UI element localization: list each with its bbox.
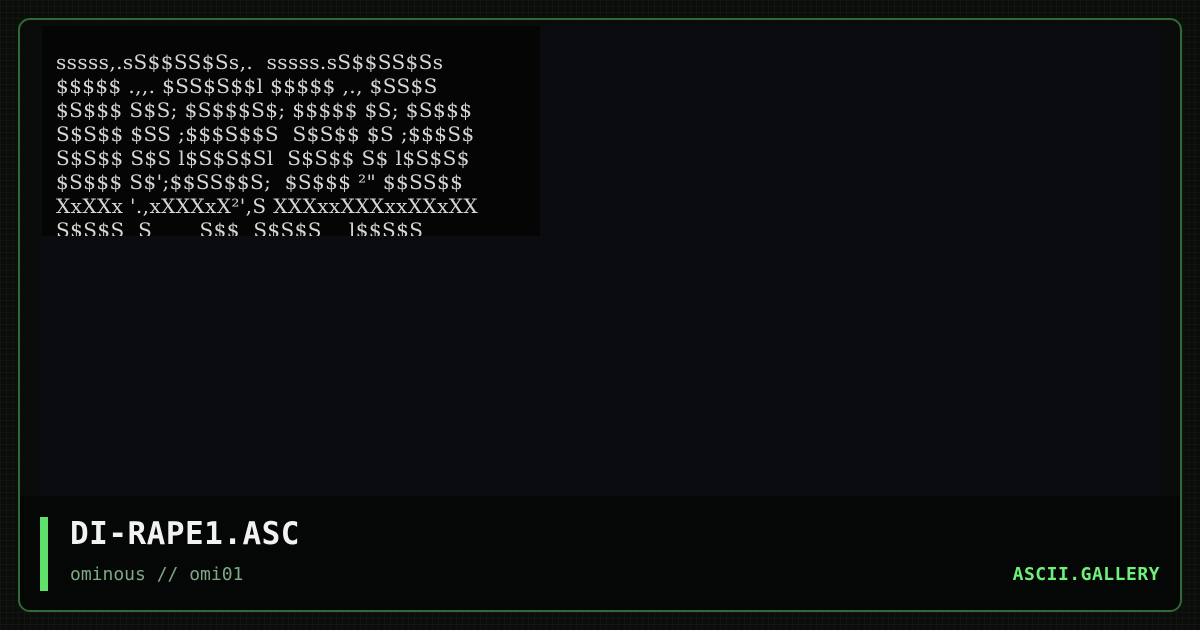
art-line: sssss,.sS$$SS$Ss,. sssss.sS$$SS$Ss <box>56 50 444 74</box>
artwork-credit: ominous // omi01 <box>70 564 244 585</box>
site-brand[interactable]: ASCII.GALLERY <box>1013 564 1160 585</box>
ascii-artwork: sssss,.sS$$SS$Ss,. sssss.sS$$SS$Ss $$$$$… <box>42 26 540 236</box>
accent-bar <box>40 517 48 591</box>
art-line: S$S$S S S$$ S$S$S l$$S$S <box>56 218 424 236</box>
art-line: $$$$$ .,,. $SS$S$$l $$$$$ ,., $SS$S <box>56 74 438 98</box>
art-line: $S$$$ S$';$$SS$$S; $S$$$ ²" $$SS$$ <box>56 170 464 194</box>
art-line: XxXXx '.,xXXXxX²',S XXXxxXXXxxXXxXX <box>56 194 479 218</box>
art-line: $S$$$ S$S; $S$$$S$; $$$$$ $S; $S$$$ <box>56 98 473 122</box>
art-line: S$S$$ S$S l$S$S$Sl S$S$$ S$ l$S$S$ <box>56 146 470 170</box>
page: sssss,.sS$$SS$Ss,. sssss.sS$$SS$Ss $$$$$… <box>0 0 1200 630</box>
caption-bar: DI-RAPE1.ASC ominous // omi01 ASCII.GALL… <box>20 496 1180 610</box>
gallery-card: sssss,.sS$$SS$Ss,. sssss.sS$$SS$Ss $$$$$… <box>18 18 1182 612</box>
art-line: S$S$$ $SS ;$$$S$$S S$S$$ $S ;$$$S$ <box>56 122 475 146</box>
artwork-canvas: sssss,.sS$$SS$Ss,. sssss.sS$$SS$Ss $$$$$… <box>42 26 1160 502</box>
artwork-title: DI-RAPE1.ASC <box>70 516 300 552</box>
ascii-art-text: sssss,.sS$$SS$Ss,. sssss.sS$$SS$Ss $$$$$… <box>56 50 478 236</box>
